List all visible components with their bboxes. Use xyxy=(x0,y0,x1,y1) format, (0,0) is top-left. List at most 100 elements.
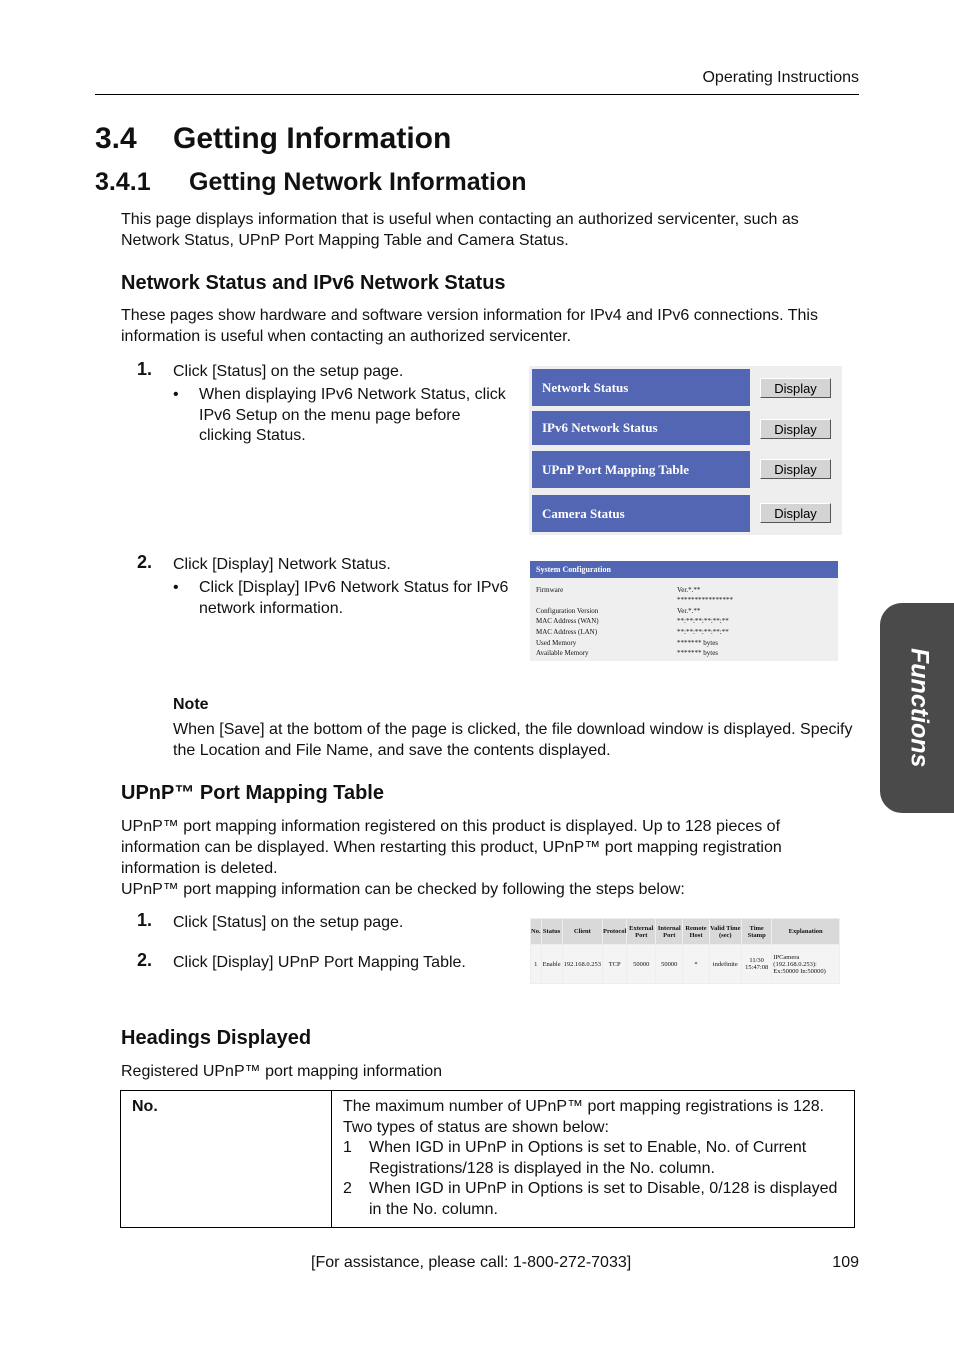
functions-tab-label: Functions xyxy=(905,648,934,768)
list-item: 1 When IGD in UPnP in Options is set to … xyxy=(343,1138,843,1179)
step-text: Click [Display] UPnP Port Mapping Table. xyxy=(173,954,466,971)
sysconf-key: MAC Address (LAN) xyxy=(536,628,598,636)
bullet-text: When displaying IPv6 Network Status, cli… xyxy=(199,385,506,447)
upnp-cell: 50000 xyxy=(656,945,683,983)
sysconf-key: Configuration Version xyxy=(536,607,599,615)
list-item: 2 When IGD in UPnP in Options is set to … xyxy=(343,1179,843,1220)
upnp-cell: TCP xyxy=(603,945,627,983)
upnp-cell: 1 xyxy=(531,945,541,983)
bullet-line: IPv6 Setup on the menu page before xyxy=(199,406,461,424)
sysconf-value: **:**:**:**:**:** xyxy=(677,628,729,636)
sysconf-key: Used Memory xyxy=(536,639,577,647)
intro-paragraph: This page displays information that is u… xyxy=(121,209,799,251)
header-rule xyxy=(95,94,859,95)
step-text: Click [Display] Network Status. xyxy=(173,556,391,573)
note-title: Note xyxy=(173,696,209,713)
upnp-col-header: Internal Port xyxy=(656,919,683,945)
sysconf-key: Available Memory xyxy=(536,649,589,657)
step-number: 2. xyxy=(137,552,153,572)
para-line: UPnP™ port mapping information can be ch… xyxy=(121,881,685,898)
bullet-line: When displaying IPv6 Network Status, cli… xyxy=(199,386,506,403)
sysconf-key: Firmware xyxy=(536,586,564,594)
display-button-camera-status[interactable]: Display xyxy=(760,503,831,523)
section-number: 3.4 xyxy=(95,122,137,155)
heading-name: No. xyxy=(120,1090,332,1228)
sysconf-key: MAC Address (WAN) xyxy=(536,617,599,625)
upnp-cell: Enable xyxy=(541,945,562,983)
subsection-title: 3.4.1 Getting Network Information xyxy=(95,168,527,197)
upnp-col-header: No. xyxy=(531,919,541,945)
para-line: UPnP™ port mapping information registere… xyxy=(121,818,781,835)
running-header: Operating Instructions xyxy=(702,69,859,86)
status-row-ipv6-network-status: IPv6 Network Status xyxy=(532,411,750,445)
bullet-text: Click [Display] IPv6 Network Status for … xyxy=(199,578,508,619)
sysconf-value: ******* bytes xyxy=(677,649,719,657)
system-configuration-screenshot: System Configuration Firmware Ver.*.** **… xyxy=(530,561,838,661)
intro-line: Network Status, UPnP Port Mapping Table … xyxy=(121,232,569,249)
step-text: Click [Status] on the setup page. xyxy=(173,363,404,380)
section-title-text: Getting Information xyxy=(173,122,452,155)
step-text: Click [Status] on the setup page. xyxy=(173,914,404,931)
upnp-col-header: External Port xyxy=(627,919,656,945)
headings-displayed-heading: Headings Displayed xyxy=(121,1027,312,1049)
intro-line: This page displays information that is u… xyxy=(121,211,799,228)
display-button-ipv6-network-status[interactable]: Display xyxy=(760,419,831,439)
step-number: 1. xyxy=(137,359,153,379)
system-configuration-title: System Configuration xyxy=(530,561,838,578)
upnp-col-header: Explanation xyxy=(772,919,839,945)
section-title: 3.4 Getting Information xyxy=(95,122,451,156)
para-line: information can be displayed. When resta… xyxy=(121,839,782,856)
step-number: 2. xyxy=(137,950,153,970)
table-row: No. The maximum number of UPnP™ port map… xyxy=(120,1090,855,1228)
para-line: These pages show hardware and software v… xyxy=(121,307,818,324)
para-line: information is useful when contacting an… xyxy=(121,328,572,345)
note-line: the Location and File Name, and save the… xyxy=(173,742,611,759)
sysconf-value: **************** xyxy=(677,596,733,604)
bullet-icon: • xyxy=(173,386,179,403)
bullet-line: clicking Status. xyxy=(199,427,306,444)
desc-line: The maximum number of UPnP™ port mapping… xyxy=(343,1098,825,1115)
headings-caption: Registered UPnP™ port mapping informatio… xyxy=(121,1063,443,1080)
upnp-cell: 11/30 15:47:08 xyxy=(742,945,772,983)
desc-line: Two types of status are shown below: xyxy=(343,1118,609,1136)
step-bullet: • Click [Display] IPv6 Network Status fo… xyxy=(173,578,518,623)
sysconf-value: ******* bytes xyxy=(677,639,719,647)
heading-description: The maximum number of UPnP™ port mapping… xyxy=(331,1090,855,1228)
upnp-cell: 192.168.0.253 xyxy=(562,945,602,983)
para-line: information is deleted. xyxy=(121,860,278,877)
upnp-mapping-table: No. Status Client Protocol External Port… xyxy=(530,918,840,984)
upnp-col-header: Protocol xyxy=(603,919,627,945)
upnp-col-header: Status xyxy=(541,919,562,945)
upnp-heading: UPnP™ Port Mapping Table xyxy=(121,782,384,804)
upnp-cell: IPCamera (192.168.0.253): Ex:50000 In:50… xyxy=(772,945,839,983)
upnp-cell: indefinite xyxy=(709,945,742,983)
status-row-camera-status: Camera Status xyxy=(532,495,750,532)
step-bullet: • When displaying IPv6 Network Status, c… xyxy=(173,385,518,450)
sysconf-value: Ver.*.** xyxy=(677,586,701,594)
upnp-cell: * xyxy=(683,945,709,983)
status-row-network-status: Network Status xyxy=(532,369,750,406)
list-item-number: 1 xyxy=(343,1139,352,1156)
status-menu-screenshot: Network Status Display IPv6 Network Stat… xyxy=(529,366,842,535)
upnp-col-header: Client xyxy=(562,919,602,945)
upnp-col-header: Valid Time (sec) xyxy=(709,919,742,945)
note-line: When [Save] at the bottom of the page is… xyxy=(173,721,853,738)
subsection-title-text: Getting Network Information xyxy=(189,168,527,196)
headings-table: No. The maximum number of UPnP™ port map… xyxy=(120,1090,855,1228)
upnp-cell: 50000 xyxy=(627,945,656,983)
network-status-heading: Network Status and IPv6 Network Status xyxy=(121,272,506,294)
sysconf-value: **:**:**:**:**:** xyxy=(677,617,729,625)
step-number: 1. xyxy=(137,910,153,930)
note-text: When [Save] at the bottom of the page is… xyxy=(173,719,863,761)
upnp-table-screenshot: No. Status Client Protocol External Port… xyxy=(530,918,840,984)
list-item-text: When IGD in UPnP in Options is set to Di… xyxy=(369,1180,838,1218)
footer-assistance: [For assistance, please call: 1-800-272-… xyxy=(311,1254,632,1271)
network-status-paragraph: These pages show hardware and software v… xyxy=(121,305,818,347)
subsection-number: 3.4.1 xyxy=(95,168,151,196)
page-number: 109 xyxy=(832,1254,859,1271)
display-button-upnp-port-mapping[interactable]: Display xyxy=(760,459,831,479)
bullet-icon: • xyxy=(173,579,179,596)
functions-side-tab: Functions xyxy=(880,603,954,813)
display-button-network-status[interactable]: Display xyxy=(760,378,831,398)
list-item-number: 2 xyxy=(343,1180,352,1197)
